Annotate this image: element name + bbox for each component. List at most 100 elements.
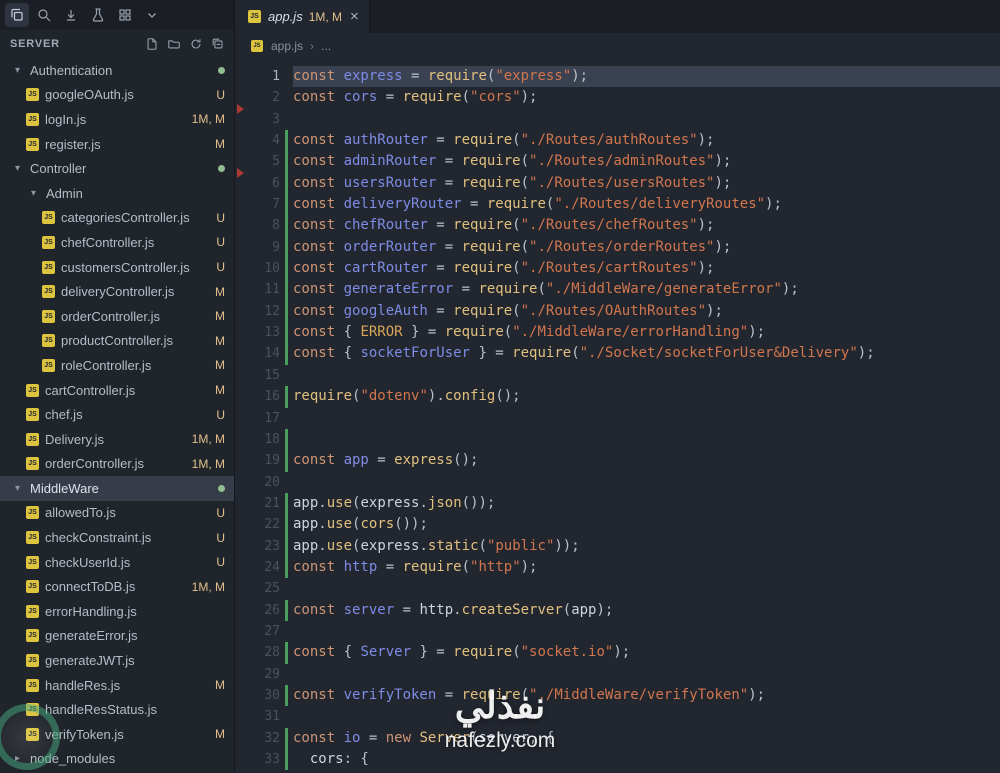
line-number: 28 [264, 645, 280, 661]
code-line-14[interactable]: 14 const { socketForUser } = require("./S… [236, 343, 1000, 366]
tree-file-roleController.js[interactable]: JS roleController.js M [0, 353, 234, 378]
git-gutter [280, 365, 293, 386]
breadcrumb[interactable]: JS app.js › ... [236, 33, 1000, 58]
tree-file-checkConstraint.js[interactable]: JS checkConstraint.js U [0, 525, 234, 550]
collapse-all-icon[interactable] [208, 34, 228, 54]
tree-folder-MiddleWare[interactable]: ▾ MiddleWare [0, 476, 234, 501]
tree-file-googleOAuth.js[interactable]: JS googleOAuth.js U [0, 83, 234, 108]
git-gutter [280, 492, 293, 515]
grid-icon[interactable] [113, 3, 137, 27]
tree-item-label: chef.js [45, 407, 83, 423]
code-line-31[interactable]: 31 [236, 706, 1000, 727]
code-line-28[interactable]: 28 const { Server } = require("socket.io"… [236, 642, 1000, 664]
code-line-1[interactable]: 1 const express = require("express"); [236, 66, 1000, 88]
tree-file-deliveryController.js[interactable]: JS deliveryController.js M [0, 279, 234, 304]
tree-item-label: customersController.js [61, 259, 190, 275]
tree-file-allowedTo.js[interactable]: JS allowedTo.js U [0, 501, 234, 526]
breadcrumb-more[interactable]: ... [321, 39, 331, 53]
code-text: const { ERROR } = require("./MiddleWare/… [293, 324, 766, 341]
code-line-13[interactable]: 13 const { ERROR } = require("./MiddleWar… [236, 322, 1000, 344]
code-line-8[interactable]: 8 const chefRouter = require("./Routes/ch… [236, 215, 1000, 238]
close-icon[interactable]: × [350, 8, 359, 25]
line-number: 25 [264, 581, 280, 597]
code-line-18[interactable]: 18 [236, 428, 1000, 451]
chevron-icon: ▾ [14, 163, 21, 175]
code-line-30[interactable]: 30 const verifyToken = require("./MiddleW… [236, 684, 1000, 707]
code-line-21[interactable]: 21 app.use(express.json()); [236, 492, 1000, 515]
tree-folder-Admin[interactable]: ▾ Admin [0, 181, 234, 206]
code-line-10[interactable]: 10 const cartRouter = require("./Routes/c… [236, 258, 1000, 280]
line-number: 24 [264, 559, 280, 575]
breadcrumb-file[interactable]: app.js [271, 39, 303, 53]
code-line-24[interactable]: 24 const http = require("http"); [236, 556, 1000, 579]
tree-file-orderController.js[interactable]: JS orderController.js M [0, 304, 234, 329]
code-line-33[interactable]: 33 cors: { [236, 749, 1000, 771]
tree-file-handleRes.js[interactable]: JS handleRes.js M [0, 673, 234, 698]
beaker-icon[interactable] [86, 3, 110, 27]
tree-file-errorHandling.js[interactable]: JS errorHandling.js [0, 599, 234, 624]
tree-folder-Authentication[interactable]: ▾ Authentication [0, 58, 234, 83]
git-gutter [280, 578, 293, 599]
code-line-17[interactable]: 17 [236, 408, 1000, 429]
code-line-11[interactable]: 11 const generateError = require("./Middl… [236, 279, 1000, 302]
code-line-19[interactable]: 19 const app = express(); [236, 450, 1000, 472]
tree-folder-Controller[interactable]: ▾ Controller [0, 156, 234, 181]
tree-file-generateJWT.js[interactable]: JS generateJWT.js [0, 648, 234, 673]
tab-bar: JS app.js 1M, M × [236, 0, 1000, 33]
tree-file-logIn.js[interactable]: JS logIn.js 1M, M [0, 107, 234, 132]
tree-file-register.js[interactable]: JS register.js M [0, 132, 234, 157]
code-line-22[interactable]: 22 app.use(cors()); [236, 514, 1000, 536]
code-line-32[interactable]: 32 const io = new Server(server, { [236, 727, 1000, 750]
search-icon[interactable] [32, 3, 56, 27]
code-line-3[interactable]: 3 [236, 103, 1000, 130]
line-number: 23 [264, 538, 280, 554]
refresh-icon[interactable] [186, 34, 206, 54]
tree-file-generateError.js[interactable]: JS generateError.js [0, 624, 234, 649]
tree-file-chef.js[interactable]: JS chef.js U [0, 402, 234, 427]
tree-file-handleResStatus.js[interactable]: JS handleResStatus.js [0, 697, 234, 722]
code-line-4[interactable]: 4 const authRouter = require("./Routes/au… [236, 130, 1000, 152]
git-gutter [280, 514, 293, 536]
git-status-badge: U [216, 555, 225, 570]
code-line-9[interactable]: 9 const orderRouter = require("./Routes/o… [236, 236, 1000, 259]
tree-file-checkUserId.js[interactable]: JS checkUserId.js U [0, 550, 234, 575]
code-line-16[interactable]: 16 require("dotenv").config(); [236, 386, 1000, 408]
line-number: 30 [264, 687, 280, 703]
code-line-5[interactable]: 5 const adminRouter = require("./Routes/a… [236, 151, 1000, 174]
code-line-2[interactable]: 2 const cors = require("cors"); [236, 87, 1000, 108]
tree-item-label: handleRes.js [45, 677, 121, 693]
code-line-20[interactable]: 20 [236, 472, 1000, 493]
tree-file-orderController.js[interactable]: JS orderController.js 1M, M [0, 452, 234, 477]
code-line-6[interactable]: 6 const usersRouter = require("./Routes/u… [236, 167, 1000, 195]
code-line-15[interactable]: 15 [236, 365, 1000, 386]
chevron-down-icon[interactable] [140, 3, 164, 27]
tree-file-productController.js[interactable]: JS productController.js M [0, 329, 234, 354]
code-line-25[interactable]: 25 [236, 578, 1000, 599]
git-gutter [280, 151, 293, 174]
tree-file-categoriesController.js[interactable]: JS categoriesController.js U [0, 206, 234, 231]
code-line-29[interactable]: 29 [236, 664, 1000, 685]
code-line-26[interactable]: 26 const server = http.createServer(app); [236, 599, 1000, 622]
tree-file-connectToDB.js[interactable]: JS connectToDB.js 1M, M [0, 574, 234, 599]
tree-file-customersController.js[interactable]: JS customersController.js U [0, 255, 234, 280]
git-status-badge: U [216, 260, 225, 275]
new-folder-icon[interactable] [164, 34, 184, 54]
tree-folder-node_modules[interactable]: ▸ node_modules [0, 747, 234, 772]
git-gutter [280, 535, 293, 558]
code-line-12[interactable]: 12 const googleAuth = require("./Routes/O… [236, 300, 1000, 323]
tree-file-chefController.js[interactable]: JS chefController.js U [0, 230, 234, 255]
download-icon[interactable] [59, 3, 83, 27]
code-line-7[interactable]: 7 const deliveryRouter = require("./Route… [236, 194, 1000, 216]
tree-file-Delivery.js[interactable]: JS Delivery.js 1M, M [0, 427, 234, 452]
git-status-badge: M [215, 309, 225, 324]
git-gutter [280, 450, 293, 472]
js-file-icon: JS [26, 604, 39, 618]
tree-file-cartController.js[interactable]: JS cartController.js M [0, 378, 234, 403]
code-line-27[interactable]: 27 [236, 621, 1000, 642]
tab-appjs[interactable]: JS app.js 1M, M × [236, 0, 370, 33]
new-file-icon[interactable] [142, 34, 162, 54]
tree-file-verifyToken.js[interactable]: JS verifyToken.js M [0, 722, 234, 747]
copy-pages-icon[interactable] [5, 3, 29, 27]
code-line-23[interactable]: 23 app.use(express.static("public")); [236, 535, 1000, 558]
